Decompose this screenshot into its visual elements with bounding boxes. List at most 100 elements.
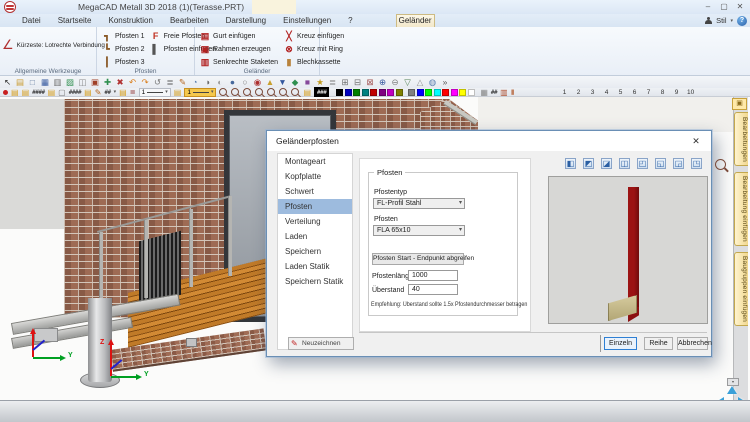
linewidth-selector[interactable]: 1 ▾ bbox=[184, 88, 216, 97]
menu-tab-einstellungen[interactable]: Einstellungen bbox=[281, 15, 333, 27]
menu-tab-darstellung[interactable]: Darstellung bbox=[224, 15, 268, 27]
layer-value[interactable]: #### bbox=[32, 88, 44, 97]
color-swatch[interactable] bbox=[425, 89, 432, 96]
ribbon-button[interactable]: ⊗Kreuz mit Ring bbox=[282, 43, 346, 56]
zoom-layer-icon[interactable]: ▤ bbox=[303, 88, 311, 97]
minimize-button[interactable]: – bbox=[700, 0, 716, 13]
shade-right-icon[interactable]: ◑ bbox=[202, 77, 213, 88]
group-icon[interactable]: ▤ bbox=[48, 88, 56, 97]
color-swatch[interactable] bbox=[345, 89, 352, 96]
pfostenlaenge-input[interactable] bbox=[408, 270, 458, 281]
ribbon-button[interactable]: ┗Pfosten 2 bbox=[100, 43, 147, 56]
zoom-tool-icon[interactable] bbox=[243, 88, 251, 96]
linewidth-layer-icon[interactable]: ▤ bbox=[174, 88, 182, 97]
toolbar-overflow-icon[interactable]: » bbox=[440, 77, 451, 88]
stil-dropdown[interactable]: Stil bbox=[716, 16, 726, 25]
group-value[interactable]: #### bbox=[69, 88, 81, 97]
pen-icon[interactable]: ✎ bbox=[177, 77, 188, 88]
view-orientation-icon[interactable]: ◪ bbox=[601, 158, 612, 169]
menu-tab-datei[interactable]: Datei bbox=[20, 15, 43, 27]
color-swatch[interactable] bbox=[336, 89, 343, 96]
maximize-button[interactable]: ▢ bbox=[716, 0, 732, 13]
grid-x-icon[interactable]: ⊠ bbox=[365, 77, 376, 88]
dialog-close-icon[interactable]: ✕ bbox=[685, 134, 707, 148]
shade-quarter-icon[interactable]: ◔ bbox=[190, 77, 201, 88]
grid-size-5[interactable]: 5 bbox=[614, 89, 628, 96]
circle-plus-icon[interactable]: ⊕ bbox=[377, 77, 388, 88]
circle-minus-icon[interactable]: ⊖ bbox=[390, 77, 401, 88]
refresh-icon[interactable]: ↺ bbox=[152, 77, 163, 88]
grid-size-4[interactable]: 4 bbox=[600, 89, 614, 96]
reihe-button[interactable]: Reihe bbox=[644, 337, 673, 350]
linetype-selector[interactable]: 1 ▾ bbox=[139, 88, 171, 97]
close-button[interactable]: ✕ bbox=[732, 0, 748, 13]
linetype-icon[interactable]: ≣ bbox=[130, 88, 136, 97]
ribbon-button[interactable]: ▤Gurt einfügen bbox=[198, 30, 280, 43]
list-icon[interactable]: ≣ bbox=[165, 77, 176, 88]
grid-size-7[interactable]: 7 bbox=[642, 89, 656, 96]
select-arrow-icon[interactable]: ↖ bbox=[2, 77, 13, 88]
color-swatch[interactable] bbox=[451, 89, 458, 96]
linetype-layer-icon[interactable]: ▤ bbox=[119, 88, 127, 97]
dialog-nav-schwert[interactable]: Schwert bbox=[278, 184, 352, 199]
view-orientation-icon[interactable]: ◲ bbox=[673, 158, 684, 169]
view-orientation-icon[interactable]: ◧ bbox=[565, 158, 576, 169]
grid-size-6[interactable]: 6 bbox=[628, 89, 642, 96]
block-icon[interactable]: ■ bbox=[302, 77, 313, 88]
new-file-icon[interactable]: □ bbox=[27, 77, 38, 88]
pen-value[interactable]: ## bbox=[104, 88, 110, 97]
sidetab-baugruppen-einfuegen[interactable]: Baugruppen einfügen bbox=[734, 252, 748, 326]
color-swatch[interactable] bbox=[442, 89, 449, 96]
dialog-nav-speichern-statik[interactable]: Speichern Statik bbox=[278, 274, 352, 289]
layer-page-icon[interactable]: ▤ bbox=[22, 88, 30, 97]
pen-style-icon[interactable]: ✎ bbox=[95, 88, 102, 97]
color-swatch[interactable] bbox=[387, 89, 394, 96]
view-orientation-icon[interactable]: ◳ bbox=[691, 158, 702, 169]
print-icon[interactable]: ▥ bbox=[52, 77, 63, 88]
dialog-nav-kopfplatte[interactable]: Kopfplatte bbox=[278, 169, 352, 184]
undo-icon[interactable]: ↶ bbox=[127, 77, 138, 88]
layer-icon[interactable]: ▤ bbox=[11, 88, 19, 97]
grid-plus-icon[interactable]: ⊞ bbox=[340, 77, 351, 88]
abbrechen-button[interactable]: Abbrechen bbox=[677, 337, 708, 350]
view-orientation-icon[interactable]: ◱ bbox=[655, 158, 666, 169]
dialog-nav-verteilung[interactable]: Verteilung bbox=[278, 214, 352, 229]
view-orientation-icon[interactable]: ◰ bbox=[637, 158, 648, 169]
grid-size-9[interactable]: 9 bbox=[670, 89, 684, 96]
shade-left-icon[interactable]: ◐ bbox=[215, 77, 226, 88]
page-icon[interactable]: ▢ bbox=[58, 88, 66, 97]
ribbon-button[interactable]: ▣Rahmen erzeugen bbox=[198, 43, 280, 56]
ribbon-button[interactable]: ╳Kreuz einfügen bbox=[282, 30, 346, 43]
menu-tab-startseite[interactable]: Startseite bbox=[56, 15, 94, 27]
menu-tab-bearbeiten[interactable]: Bearbeiten bbox=[168, 15, 211, 27]
zoom-tool-icon[interactable] bbox=[267, 88, 275, 96]
zoom-tool-icon[interactable] bbox=[219, 88, 227, 96]
color-swatch[interactable] bbox=[408, 89, 415, 96]
open-folder-icon[interactable]: ▤ bbox=[15, 77, 26, 88]
color-swatch[interactable] bbox=[417, 89, 424, 96]
pfostentyp-select[interactable]: FL-Profil Stahl bbox=[373, 198, 465, 209]
color-swatch[interactable] bbox=[362, 89, 369, 96]
grid-size-8[interactable]: 8 bbox=[656, 89, 670, 96]
color-swatch[interactable] bbox=[353, 89, 360, 96]
pick-endpoint-button[interactable]: Pfosten Start - Endpunkt abgreifen bbox=[372, 253, 464, 265]
zoom-tool-icon[interactable] bbox=[255, 88, 263, 96]
grid-size-3[interactable]: 3 bbox=[586, 89, 600, 96]
pen-caret-icon[interactable]: ▾ bbox=[114, 88, 117, 97]
sidetab-bearbeitungen[interactable]: Bearbeitungen bbox=[734, 112, 748, 166]
help-icon[interactable]: ? bbox=[737, 16, 747, 26]
einzeln-button[interactable]: Einzeln bbox=[604, 337, 637, 350]
dialog-nav-laden-statik[interactable]: Laden Statik bbox=[278, 259, 352, 274]
copy-icon[interactable]: ◫ bbox=[77, 77, 88, 88]
target-icon[interactable]: ◉ bbox=[252, 77, 263, 88]
hatch-value[interactable]: ## bbox=[491, 88, 497, 97]
dialog-nav-montageart[interactable]: Montageart bbox=[278, 154, 352, 169]
tri-down-icon[interactable]: ▽ bbox=[402, 77, 413, 88]
menu-tab-[interactable]: ? bbox=[346, 15, 354, 27]
diamond-icon[interactable]: ◆ bbox=[290, 77, 301, 88]
import-icon[interactable]: ▨ bbox=[65, 77, 76, 88]
zoom-tool-icon[interactable] bbox=[279, 88, 287, 96]
bar-icon[interactable]: ▮ bbox=[511, 88, 515, 97]
redraw-button[interactable]: ✎ Neuzeichnen bbox=[288, 337, 354, 350]
grid-size-10[interactable]: 10 bbox=[684, 89, 698, 96]
